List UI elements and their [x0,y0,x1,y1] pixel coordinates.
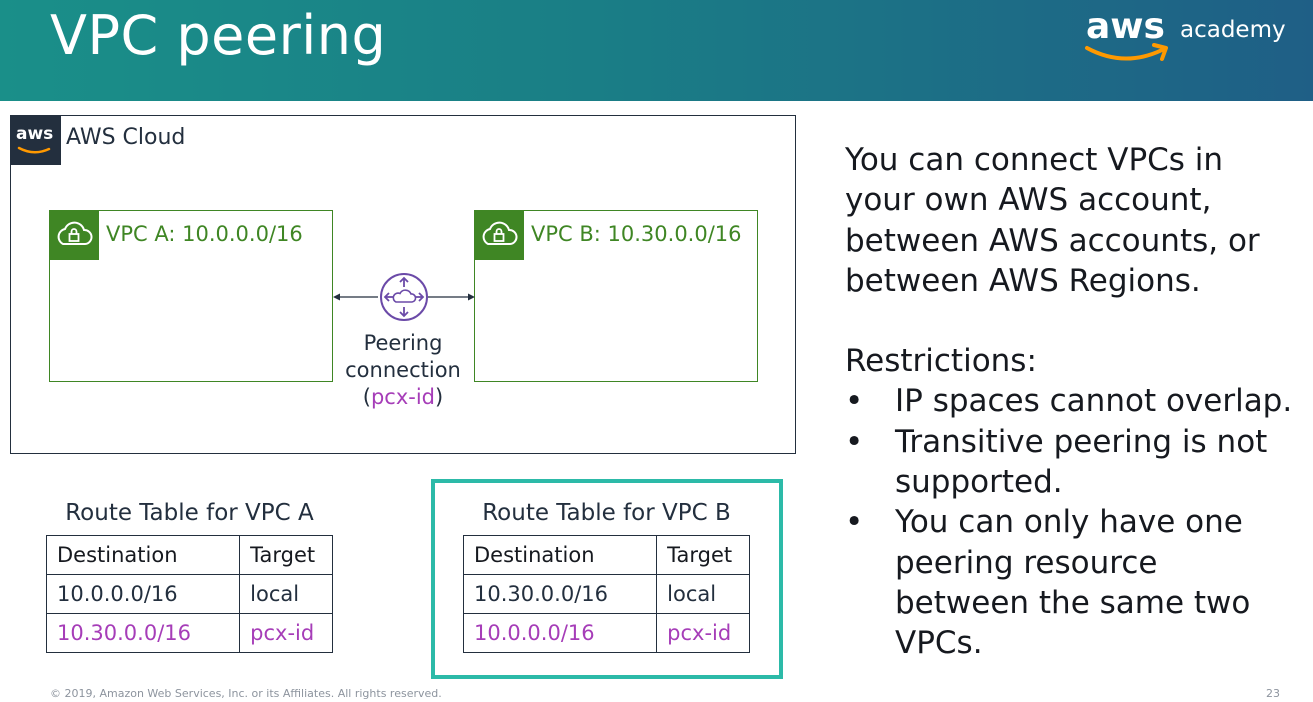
table-header-row: Destination Target [45,535,333,575]
table-row: 10.0.0.0/16 pcx-id [462,613,750,653]
vpc-a-label: VPC A: 10.0.0.0/16 [106,222,303,246]
column-header-target: Target [656,535,750,575]
restrictions-list: • IP spaces cannot overlap. • Transitive p… [845,381,1295,663]
vpc-b-label: VPC B: 10.30.0.0/16 [531,222,742,246]
list-item: • IP spaces cannot overlap. [845,381,1295,421]
peering-connection-label: Peering connection (pcx-id) [330,330,476,411]
list-item: • You can only have one peering resource … [845,502,1295,663]
aws-smile-icon [1085,43,1168,61]
aws-cloud-label: AWS Cloud [66,125,186,150]
vpc-a-badge [49,210,99,260]
peering-label-line3: (pcx-id) [330,384,476,411]
peering-label-line2: connection [345,358,461,382]
bullet-glyph: • [845,383,864,420]
peering-label-line1: Peering [363,331,443,355]
cloud-lock-icon [57,221,93,245]
peering-connection-icon [380,273,428,321]
table-row: 10.0.0.0/16 local [45,574,333,614]
cloud-lock-icon [482,221,518,245]
table-row: 10.30.0.0/16 local [462,574,750,614]
route-table-b: Destination Target 10.30.0.0/16 local 10… [462,535,750,653]
table-header-row: Destination Target [462,535,750,575]
academy-logo-text: academy [1180,17,1286,43]
route-table-a: Destination Target 10.0.0.0/16 local 10.… [45,535,333,653]
aws-logo-icon: aws [16,124,54,144]
route-table-a-caption: Route Table for VPC A [65,500,314,526]
bullet-glyph: • [845,504,864,541]
bullet-text: You can only have one peering resource b… [895,504,1251,662]
peering-paren-open: ( [362,385,371,409]
slide-header: VPC peering aws academy [0,0,1313,101]
bullet-text: Transitive peering is not supported. [895,423,1268,501]
page-number: 23 [1266,687,1280,700]
route-table-b-caption: Route Table for VPC B [482,500,731,526]
destination-cell: 10.30.0.0/16 [462,574,658,614]
column-header-destination: Destination [462,535,658,575]
aws-cloud-badge: aws [11,116,61,165]
intro-paragraph: You can connect VPCs in your own AWS acc… [845,142,1260,299]
copyright-footer: © 2019, Amazon Web Services, Inc. or its… [50,687,442,700]
column-header-target: Target [239,535,333,575]
destination-cell: 10.0.0.0/16 [45,574,241,614]
target-cell: local [239,574,333,614]
peering-connector [333,273,475,321]
vpc-b-badge [474,210,524,260]
list-item: • Transitive peering is not supported. [845,422,1295,503]
target-cell: local [656,574,750,614]
bullet-text: IP spaces cannot overlap. [895,383,1293,420]
aws-cloud-smile-icon [17,146,51,154]
target-cell: pcx-id [239,613,333,653]
destination-cell: 10.0.0.0/16 [462,613,658,653]
column-header-destination: Destination [45,535,241,575]
aws-logo-text: aws [1086,6,1165,47]
peering-paren-close: ) [435,385,444,409]
restrictions-heading: Restrictions: [845,343,1037,380]
peering-id: pcx-id [370,385,436,409]
bullet-glyph: • [845,423,864,460]
table-row: 10.30.0.0/16 pcx-id [45,613,333,653]
target-cell: pcx-id [656,613,750,653]
destination-cell: 10.30.0.0/16 [45,613,241,653]
slide-title: VPC peering [50,4,387,67]
description-panel: You can connect VPCs in your own AWS acc… [845,140,1295,664]
